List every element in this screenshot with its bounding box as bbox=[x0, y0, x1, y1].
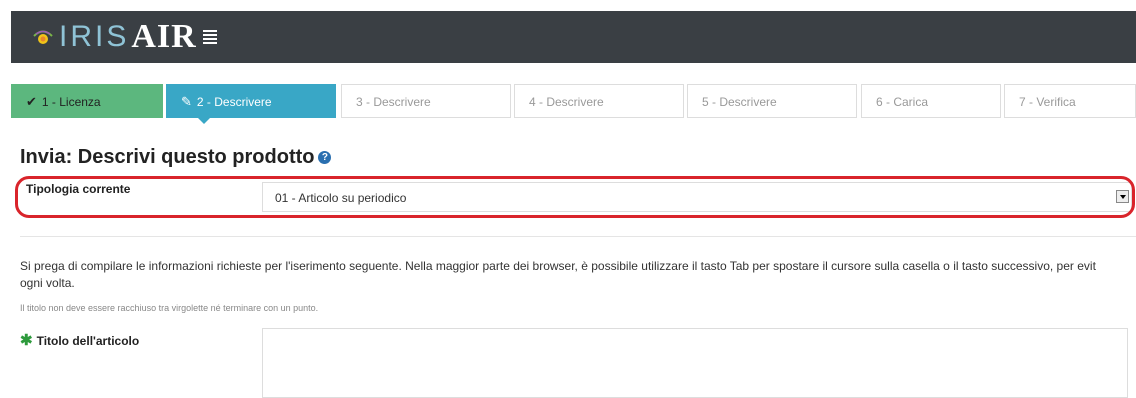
type-row: Tipologia corrente 01 - Articolo su peri… bbox=[24, 179, 1132, 215]
step-descrivere-4[interactable]: 4 - Descrivere bbox=[514, 84, 684, 118]
step-descrivere-5[interactable]: 5 - Descrivere bbox=[687, 84, 857, 118]
instructions-text: Si prega di compilare le informazioni ri… bbox=[20, 259, 1096, 290]
logo-air-text: AIR bbox=[131, 18, 197, 55]
title-hint: Il titolo non deve essere racchiuso tra … bbox=[20, 303, 319, 313]
title-label: ✱ Titolo dell'articolo bbox=[20, 332, 140, 349]
step-descrivere-2[interactable]: ✎ 2 - Descrivere bbox=[166, 84, 336, 124]
menu-icon[interactable] bbox=[202, 30, 217, 44]
title-row: ✱ Titolo dell'articolo bbox=[20, 328, 1136, 398]
wizard-steps: ✔ 1 - Licenza ✎ 2 - Descrivere 3 - Descriv… bbox=[11, 84, 1136, 124]
iris-air-logo[interactable]: IRIS AIR bbox=[31, 17, 217, 57]
step-licenza[interactable]: ✔ 1 - Licenza bbox=[11, 84, 163, 118]
check-icon: ✔ bbox=[26, 94, 37, 109]
logo-iris-text: IRIS bbox=[59, 20, 130, 53]
step-verifica[interactable]: 7 - Verifica bbox=[1004, 84, 1136, 118]
top-navbar: IRIS AIR bbox=[11, 11, 1136, 63]
required-icon: ✱ bbox=[20, 332, 33, 349]
title-textarea[interactable] bbox=[262, 328, 1128, 398]
page-title: Invia: Descrivi questo prodotto? bbox=[20, 146, 332, 169]
iris-flower-icon bbox=[33, 30, 53, 44]
type-select-value: 01 - Articolo su periodico bbox=[275, 191, 407, 205]
edit-icon: ✎ bbox=[181, 94, 192, 109]
type-select[interactable]: 01 - Articolo su periodico bbox=[262, 182, 1132, 212]
type-label: Tipologia corrente bbox=[26, 182, 131, 196]
divider bbox=[20, 236, 1136, 237]
step-descrivere-3[interactable]: 3 - Descrivere bbox=[341, 84, 511, 118]
chevron-down-icon[interactable] bbox=[1116, 190, 1129, 203]
step-carica[interactable]: 6 - Carica bbox=[861, 84, 1001, 118]
help-icon[interactable]: ? bbox=[318, 151, 332, 165]
